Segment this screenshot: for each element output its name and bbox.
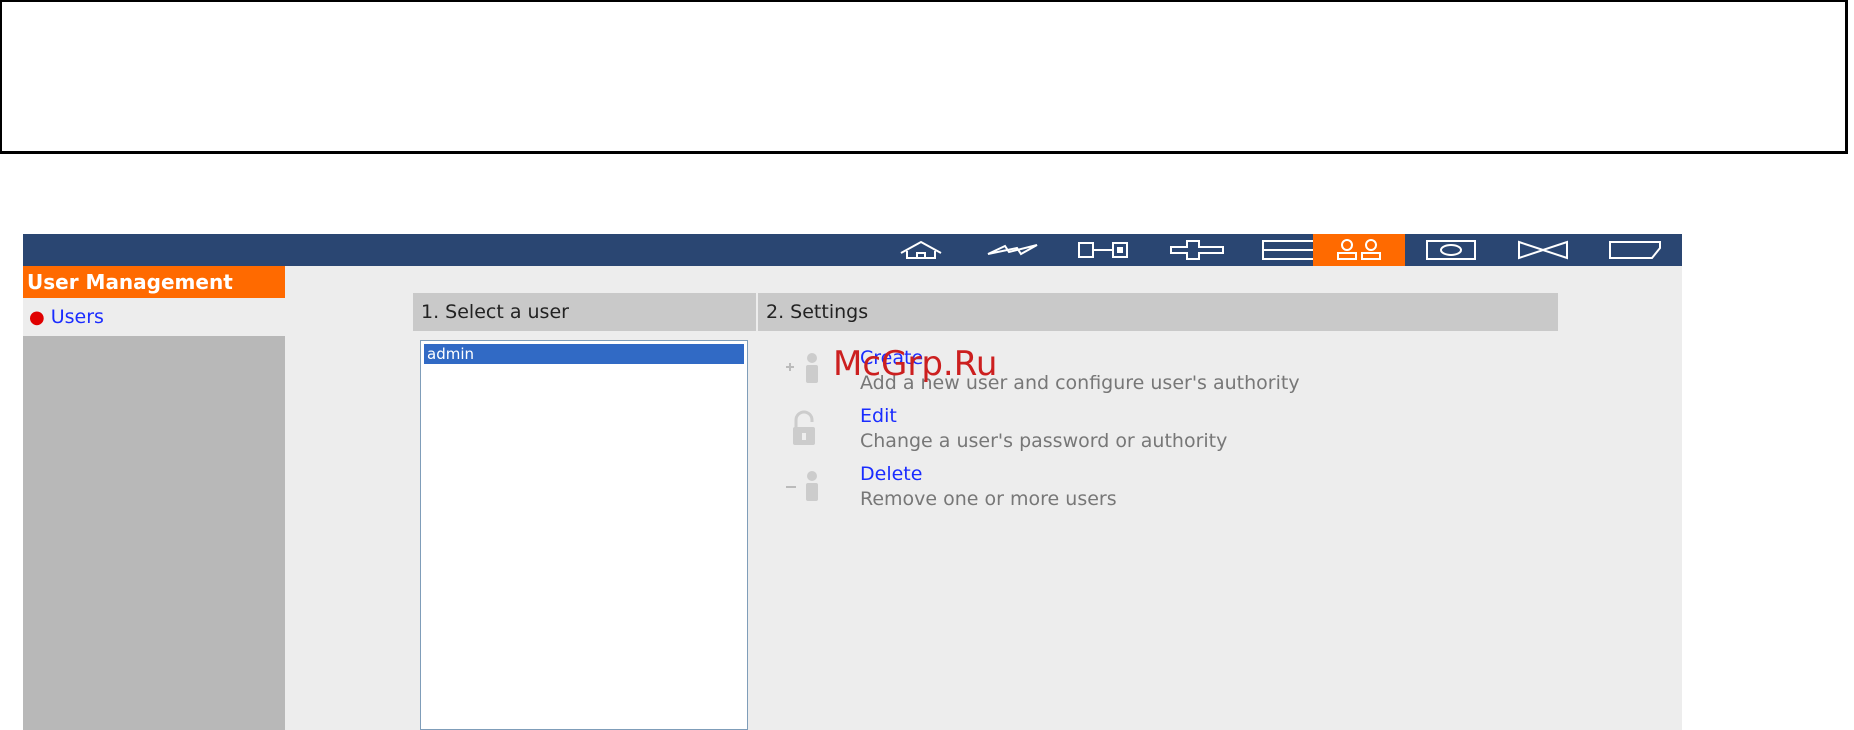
- user-listbox[interactable]: admin: [420, 340, 748, 730]
- bullet-icon: ●: [29, 307, 45, 328]
- sidebar-item-label: Users: [50, 306, 104, 328]
- remove-user-icon[interactable]: [780, 467, 828, 509]
- list-item[interactable]: admin: [424, 344, 744, 364]
- sidebar-item-users[interactable]: ● Users: [23, 298, 285, 336]
- lock-icon[interactable]: [780, 409, 828, 451]
- settings-header: 2. Settings: [758, 293, 1558, 331]
- backup-icon[interactable]: [1405, 234, 1497, 266]
- users-icon[interactable]: [1313, 234, 1405, 266]
- edit-description: Change a user's password or authority: [860, 430, 1228, 452]
- add-user-icon[interactable]: [780, 351, 828, 393]
- status-icon[interactable]: [1589, 234, 1681, 266]
- app-window: User Management ● Users 1. Select a user …: [23, 234, 1682, 730]
- delete-link[interactable]: Delete: [860, 463, 922, 485]
- sidebar: User Management ● Users: [23, 266, 285, 730]
- edit-link[interactable]: Edit: [860, 405, 897, 427]
- sidebar-title: User Management: [23, 266, 285, 298]
- services-icon[interactable]: [1151, 234, 1243, 266]
- watermark: McGrp.Ru: [833, 344, 998, 384]
- tools-icon[interactable]: [1497, 234, 1589, 266]
- delete-action: Delete Remove one or more users: [780, 463, 1480, 513]
- delete-description: Remove one or more users: [860, 488, 1117, 510]
- home-icon[interactable]: [875, 234, 967, 266]
- select-user-header: 1. Select a user: [413, 293, 756, 331]
- edit-action: Edit Change a user's password or authori…: [780, 405, 1480, 455]
- network-icon[interactable]: [967, 234, 1059, 266]
- hardware-icon[interactable]: [1059, 234, 1151, 266]
- top-nav-bar: [23, 234, 1682, 266]
- top-frame: [0, 0, 1848, 154]
